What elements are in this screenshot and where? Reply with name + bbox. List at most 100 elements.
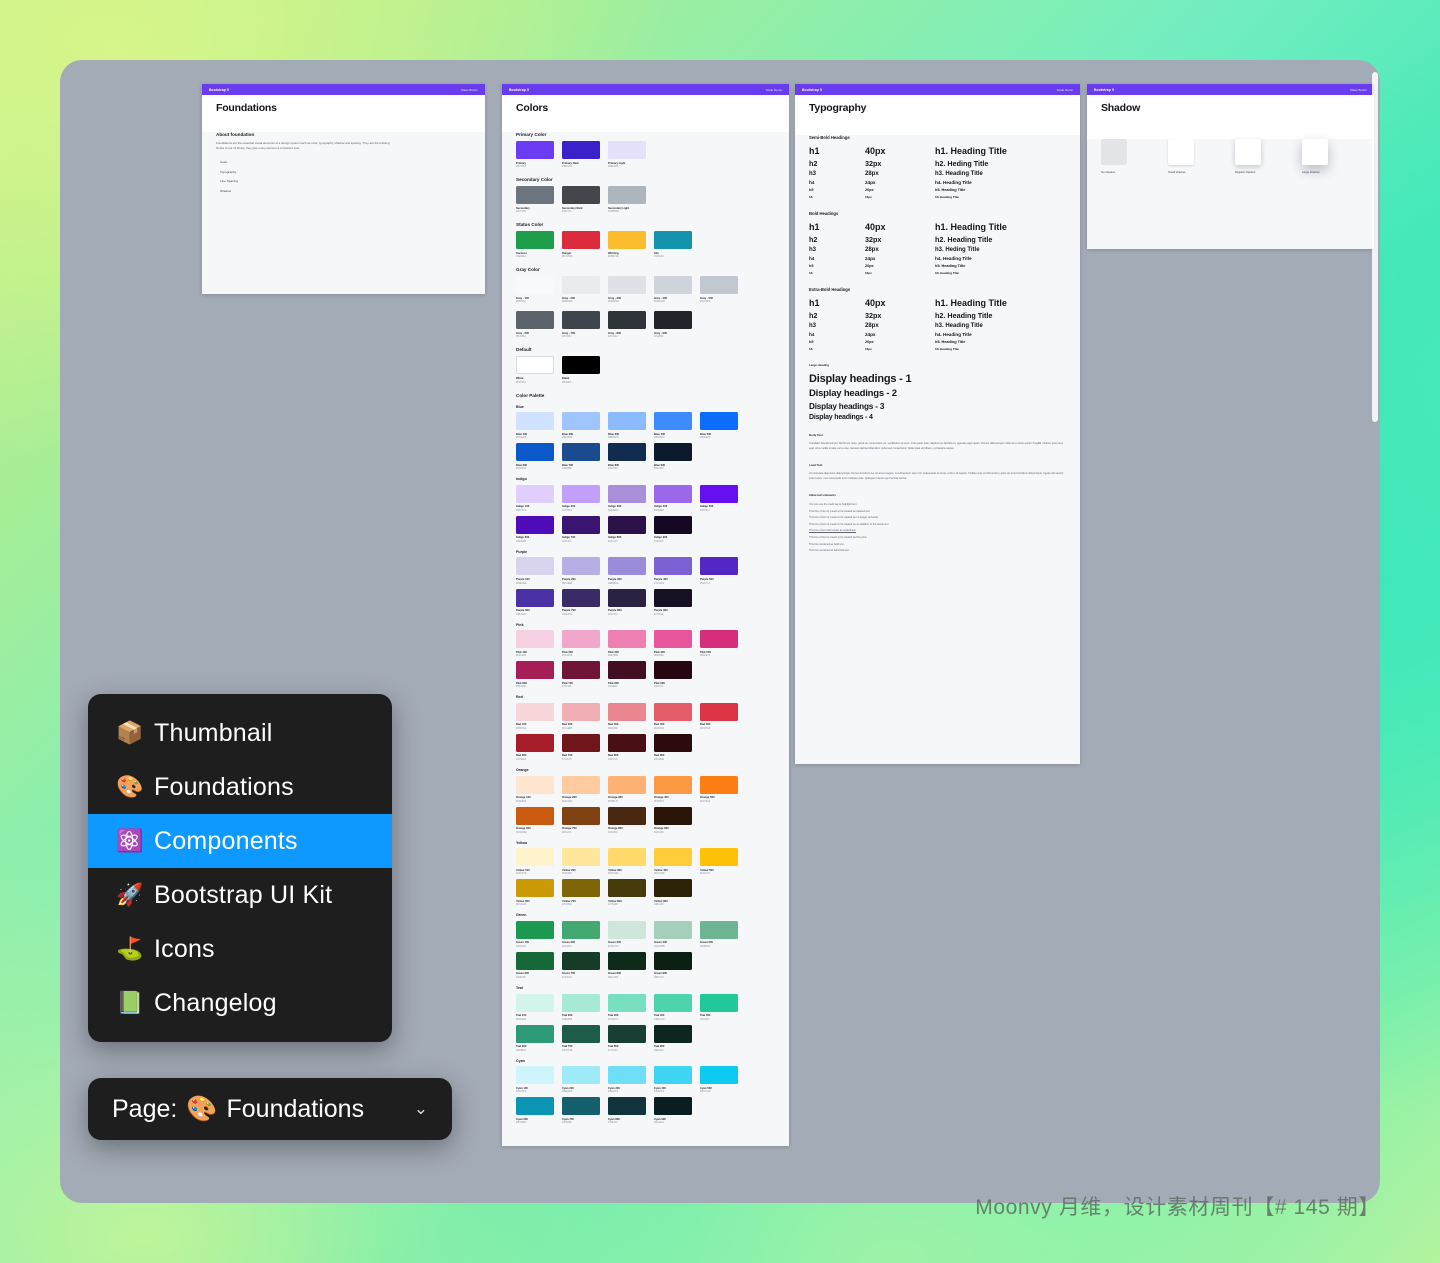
swatch[interactable]: Gray - 900 #212529 [654,311,692,338]
swatch[interactable]: Purple 900 #170F22 [654,588,692,616]
artboard-shadow[interactable]: Bootstrap 5 Make Button Shadow No shadow… [1087,84,1374,249]
swatch[interactable]: Yellow 300 #FFDA6A [608,848,646,875]
swatch[interactable]: Teal 900 #0E2620 [654,1024,692,1052]
swatch[interactable]: Cyan 400 #3DD5F3 [654,1066,692,1093]
swatch[interactable]: Gray - 100 #F8F9FA [516,276,554,303]
swatch[interactable]: Green 600 #156A38 [516,951,554,979]
swatch[interactable]: Red 500 #DC3545 [700,702,738,730]
swatch[interactable]: Green 900 #0B1F12 [654,951,692,979]
swatch[interactable]: Pink 200 #F1A6CB [562,630,600,657]
swatch[interactable]: Purple 200 #B7AEE5 [562,557,600,585]
canvas-scrollbar[interactable] [1370,60,1380,1203]
swatch[interactable]: Teal 600 #2E9B78 [516,1024,554,1052]
swatch[interactable]: Yellow 500 #FFC107 [700,848,738,875]
swatch[interactable]: Gray - 500 #C2C8CF [700,276,738,303]
swatch[interactable]: Orange 700 #804213 [562,806,600,834]
swatch[interactable]: Red 700 #71151D [562,733,600,761]
swatch[interactable]: Primary Dark #3B21C9 [562,141,600,168]
swatch[interactable]: Teal 300 #79DFC1 [608,993,646,1021]
swatch[interactable]: Gray - 300 #DEE2E6 [608,276,646,303]
swatch[interactable]: Red 900 #2C0B0E [654,733,692,761]
swatch[interactable]: Indigo 900 #140823 [654,515,692,543]
swatch[interactable]: Blue 200 #9EC5FE [562,412,600,439]
swatch[interactable]: Green 100 #1D9A52 [516,920,554,948]
swatch[interactable]: Blue 600 #0A58CA [516,443,554,470]
swatch[interactable]: Red 400 #E35D6A [654,702,692,730]
swatch[interactable]: Purple 600 #4B31A6 [516,588,554,616]
swatch[interactable]: Primary Light #E6E1FB [608,141,646,168]
page-menu-item-bootstrap-ui-kit[interactable]: 🚀 Bootstrap UI Kit [88,868,392,922]
swatch[interactable]: Danger #DC2B3C [562,231,600,258]
swatch[interactable]: Purple 100 #D8D3EE [516,557,554,585]
swatch[interactable]: Cyan 900 #0A1E22 [654,1097,692,1124]
swatch[interactable]: Yellow 200 #FFE69C [562,848,600,875]
artboard-typography[interactable]: Bootstrap 5 Scale Demo Typography Semi-B… [795,84,1080,764]
canvas-scrollbar-thumb[interactable] [1372,72,1378,422]
swatch[interactable]: Teal 700 #1D5C4B [562,1024,600,1052]
swatch[interactable]: Yellow 400 #FFCD39 [654,848,692,875]
swatch[interactable]: Green 200 #44A872 [562,920,600,948]
swatch[interactable]: Blue 500 #0D6EFD [700,412,738,439]
swatch[interactable]: Red 600 #A71E2A [516,733,554,761]
foundations-link[interactable]: Typography [216,170,471,174]
swatch[interactable]: Teal 500 #20C997 [700,993,738,1021]
swatch[interactable]: Purple 300 #9B8BDA [608,557,646,585]
swatch[interactable]: Purple 400 #7C61D4 [654,557,692,585]
swatch[interactable]: Purple 500 #5227C4 [700,557,738,585]
page-selector[interactable]: Page: 🎨 Foundations ⌄ [88,1078,452,1140]
swatch[interactable]: Primary #6C3CF4 [516,141,554,168]
swatch[interactable]: Gray - 400 #CED4DA [654,276,692,303]
swatch[interactable]: Orange 800 #4A2810 [608,806,646,834]
page-menu-item-foundations[interactable]: 🎨 Foundations [88,760,392,814]
swatch[interactable]: Orange 500 #FD7E14 [700,775,738,803]
swatch[interactable]: Pink 300 #EE7FB2 [608,630,646,657]
swatch[interactable]: Pink 800 #430E22 [608,661,646,688]
swatch[interactable]: Secondary Light #ADB5BD [608,186,646,213]
artboard-foundations[interactable]: Bootstrap 5 Make Button Foundations Abou… [202,84,485,294]
swatch[interactable]: Cyan 500 #0DCAF0 [700,1066,738,1093]
swatch[interactable]: Cyan 700 #15606E [562,1097,600,1124]
swatch[interactable]: Info #1394AC [654,231,692,258]
swatch[interactable]: Orange 100 #FFE5D0 [516,775,554,803]
swatch[interactable]: Black #000000 [562,356,600,384]
swatch[interactable]: Teal 100 #D2F4EA [516,993,554,1021]
page-menu-item-changelog[interactable]: 📗 Changelog [88,976,392,1030]
swatch[interactable]: Blue 100 #CFE2FF [516,412,554,439]
foundations-link[interactable]: Line Spacing [216,179,471,183]
swatch[interactable]: Gray - 800 #2F343A [608,311,646,338]
swatch[interactable]: Green 300 #CFE7DA [608,920,646,948]
swatch[interactable]: Secondary #6C757D [516,186,554,213]
swatch[interactable]: White #FFFFFF [516,356,554,384]
swatch[interactable]: Pink 500 #D62E7A [700,630,738,657]
swatch[interactable]: Yellow 700 #7D6508 [562,879,600,906]
swatch[interactable]: Yellow 600 #CC9A06 [516,879,554,906]
swatch[interactable]: Cyan 300 #6EDFF6 [608,1066,646,1093]
swatch[interactable]: Green 800 #0E2A1B [608,951,646,979]
swatch[interactable]: Yellow 100 #FFF3CD [516,848,554,875]
swatch[interactable]: Indigo 400 #9A68E8 [654,484,692,512]
swatch[interactable]: Indigo 600 #4E0CB8 [516,515,554,543]
swatch[interactable]: Cyan 100 #CFF4FC [516,1066,554,1093]
swatch[interactable]: Gray - 600 #5C636A [516,311,554,338]
swatch[interactable]: Green 700 #143C26 [562,951,600,979]
foundations-link[interactable]: Shadow [216,189,471,193]
swatch[interactable]: Orange 400 #FD9843 [654,775,692,803]
swatch[interactable]: Orange 600 #CA5A0E [516,806,554,834]
swatch[interactable]: Red 100 #F8D7DA [516,702,554,730]
swatch[interactable]: Yellow 800 #473A0B [608,879,646,906]
swatch[interactable]: Indigo 800 #2A1147 [608,515,646,543]
swatch[interactable]: Cyan 800 #11333C [608,1097,646,1124]
swatch[interactable]: Teal 200 #A6E9D5 [562,993,600,1021]
swatch[interactable]: Success #1E9E4A [516,231,554,258]
page-menu[interactable]: 📦 Thumbnail 🎨 Foundations ⚛️ Components 🚀 Boots… [88,694,392,1042]
swatch[interactable]: Pink 900 #260711 [654,661,692,688]
swatch[interactable]: Red 800 #481015 [608,733,646,761]
swatch[interactable]: Blue 300 #8BBAFD [608,412,646,439]
swatch[interactable]: Purple 700 #3A2A66 [562,588,600,616]
swatch[interactable]: Cyan 600 #0C94B4 [516,1097,554,1124]
swatch[interactable]: Warning #FBBC2E [608,231,646,258]
swatch[interactable]: Indigo 300 #A98EDA [608,484,646,512]
swatch[interactable]: Pink 400 #E8559A [654,630,692,657]
swatch[interactable]: Gray - 700 #3F454C [562,311,600,338]
swatch[interactable]: Teal 400 #4DD4AC [654,993,692,1021]
